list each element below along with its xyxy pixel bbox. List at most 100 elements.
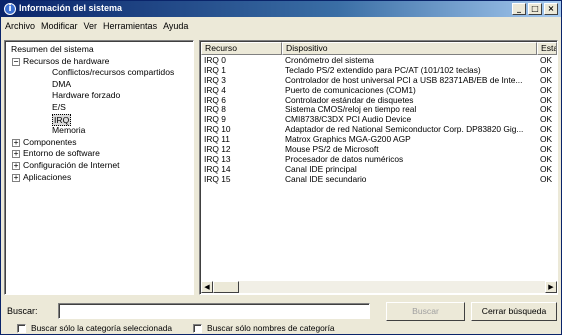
cell-status: OK	[540, 105, 553, 115]
expand-icon[interactable]: +	[12, 173, 20, 182]
tree-item[interactable]: − Recursos de hardware	[7, 56, 191, 68]
cell-resource: IRQ 4	[204, 85, 226, 95]
cell-device: Matrox Graphics MGA-G200 AGP	[285, 135, 411, 145]
tree-item[interactable]: Memoria	[7, 125, 191, 137]
tree-item[interactable]: DMA	[7, 79, 191, 91]
details-list[interactable]: Recurso Dispositivo Estad IRQ 0 Cronómetr…	[199, 40, 558, 295]
cell-device: Procesador de datos numéricos	[285, 154, 404, 164]
maximize-button[interactable]: □	[528, 3, 542, 15]
cell-status: OK	[540, 115, 553, 125]
close-button[interactable]: ×	[544, 3, 558, 15]
table-row[interactable]: IRQ 0 Cronómetro del sistema OK	[201, 56, 557, 66]
tree-item-label: Entorno de software	[23, 148, 100, 159]
menu-ayuda[interactable]: Ayuda	[163, 21, 188, 31]
table-row[interactable]: IRQ 4 Puerto de comunicaciones (COM1) OK	[201, 86, 557, 96]
table-row[interactable]: IRQ 15 Canal IDE secundario OK	[201, 175, 557, 185]
table-row[interactable]: IRQ 1 Teclado PS/2 extendido para PC/AT (…	[201, 66, 557, 76]
column-header-estado[interactable]: Estad	[537, 42, 557, 55]
cell-status: OK	[540, 65, 553, 75]
table-row[interactable]: IRQ 12 Mouse PS/2 de Microsoft OK	[201, 145, 557, 155]
tree-item[interactable]: + Componentes	[7, 137, 191, 149]
tree-item-label: E/S	[52, 101, 66, 112]
search-selected-category-checkbox[interactable]	[17, 324, 26, 333]
cell-resource: IRQ 12	[204, 145, 231, 155]
title-bar[interactable]: i Información del sistema _ □ ×	[1, 1, 561, 17]
close-search-button[interactable]: Cerrar búsqueda	[471, 302, 557, 321]
system-info-window: i Información del sistema _ □ × Archivo …	[0, 0, 562, 335]
cell-resource: IRQ 8	[204, 105, 226, 115]
table-row[interactable]: IRQ 13 Procesador de datos numéricos OK	[201, 155, 557, 165]
tree-item[interactable]: + Entorno de software	[7, 148, 191, 160]
collapse-icon[interactable]: −	[12, 57, 20, 66]
scroll-thumb[interactable]	[213, 281, 239, 293]
window-controls: _ □ ×	[512, 3, 558, 15]
scroll-track[interactable]	[213, 281, 545, 293]
scroll-right-arrow-icon[interactable]: ▶	[545, 281, 557, 293]
cell-status: OK	[540, 75, 553, 85]
search-input[interactable]	[58, 303, 370, 319]
cell-device: CMI8738/C3DX PCI Audio Device	[285, 115, 412, 125]
cell-status: OK	[540, 164, 553, 174]
menu-modificar[interactable]: Modificar	[41, 21, 78, 31]
expand-icon[interactable]: +	[12, 150, 20, 159]
tree-item[interactable]: + Aplicaciones	[7, 172, 191, 184]
tree-item[interactable]: Conflictos/recursos compartidos	[7, 67, 191, 79]
table-row[interactable]: IRQ 10 Adaptador de red National Semicond…	[201, 125, 557, 135]
cell-resource: IRQ 13	[204, 154, 231, 164]
cell-device: Canal IDE secundario	[285, 174, 367, 184]
cell-status: OK	[540, 145, 553, 155]
scroll-left-arrow-icon[interactable]: ◀	[201, 281, 213, 293]
table-row[interactable]: IRQ 11 Matrox Graphics MGA-G200 AGP OK	[201, 135, 557, 145]
expand-icon[interactable]: +	[12, 161, 20, 170]
table-row[interactable]: IRQ 9 CMI8738/C3DX PCI Audio Device OK	[201, 115, 557, 125]
tree-item-label: Componentes	[23, 136, 77, 147]
cell-resource: IRQ 14	[204, 164, 231, 174]
tree-item[interactable]: IRQ	[7, 113, 191, 126]
column-header-dispositivo[interactable]: Dispositivo	[282, 42, 537, 55]
cell-resource: IRQ 6	[204, 95, 226, 105]
cell-resource: IRQ 15	[204, 174, 231, 184]
cell-resource: IRQ 1	[204, 65, 226, 75]
cell-device: Controlador de host universal PCI a USB …	[285, 75, 523, 85]
tree-item-label: Resumen del sistema	[11, 44, 94, 54]
cell-status: OK	[540, 135, 553, 145]
cell-device: Adaptador de red National Semiconductor …	[285, 125, 524, 135]
category-tree[interactable]: Resumen del sistema − Recursos de hardware…	[4, 40, 194, 295]
tree-item-label: Recursos de hardware	[23, 55, 110, 66]
table-row[interactable]: IRQ 3 Controlador de host universal PCI a…	[201, 76, 557, 86]
table-row[interactable]: IRQ 8 Sistema CMOS/reloj en tiempo real OK	[201, 105, 557, 115]
find-button[interactable]: Buscar	[386, 302, 465, 321]
tree-item[interactable]: + Configuración de Internet	[7, 160, 191, 172]
tree-item-label: Conflictos/recursos compartidos	[52, 67, 175, 78]
tree-item-label: Configuración de Internet	[23, 159, 120, 170]
menu-bar: Archivo Modificar Ver Herramientas Ayuda	[1, 18, 561, 33]
tree-item[interactable]: Hardware forzado	[7, 90, 191, 102]
cell-status: OK	[540, 85, 553, 95]
column-header-recurso[interactable]: Recurso	[201, 42, 282, 55]
cell-status: OK	[540, 125, 553, 135]
menu-herramientas[interactable]: Herramientas	[103, 21, 157, 31]
cell-resource: IRQ 10	[204, 125, 231, 135]
tree-item-label: IRQ	[52, 113, 72, 126]
search-category-names-checkbox[interactable]	[193, 324, 202, 333]
tree-item[interactable]: E/S	[7, 102, 191, 114]
cell-device: Cronómetro del sistema	[285, 56, 374, 65]
menu-archivo[interactable]: Archivo	[5, 21, 35, 31]
cell-device: Canal IDE principal	[285, 164, 357, 174]
tree-item[interactable]: Resumen del sistema	[7, 44, 191, 56]
tree-item-label: Aplicaciones	[23, 171, 72, 182]
cell-status: OK	[540, 154, 553, 164]
expand-icon[interactable]: +	[12, 138, 20, 147]
table-row[interactable]: IRQ 6 Controlador estándar de disquetes OK	[201, 96, 557, 106]
cell-resource: IRQ 3	[204, 75, 226, 85]
menu-ver[interactable]: Ver	[84, 21, 98, 31]
minimize-button[interactable]: _	[512, 3, 526, 15]
cell-device: Mouse PS/2 de Microsoft	[285, 145, 379, 155]
tree-item-label: DMA	[52, 78, 72, 89]
horizontal-scrollbar[interactable]: ◀ ▶	[201, 281, 557, 293]
search-bar: Buscar: Buscar Cerrar búsqueda	[1, 301, 561, 321]
search-label: Buscar:	[7, 306, 38, 316]
table-row[interactable]: IRQ 14 Canal IDE principal OK	[201, 165, 557, 175]
search-category-names-label: Buscar sólo nombres de categoría	[207, 323, 335, 333]
cell-resource: IRQ 11	[204, 135, 230, 145]
